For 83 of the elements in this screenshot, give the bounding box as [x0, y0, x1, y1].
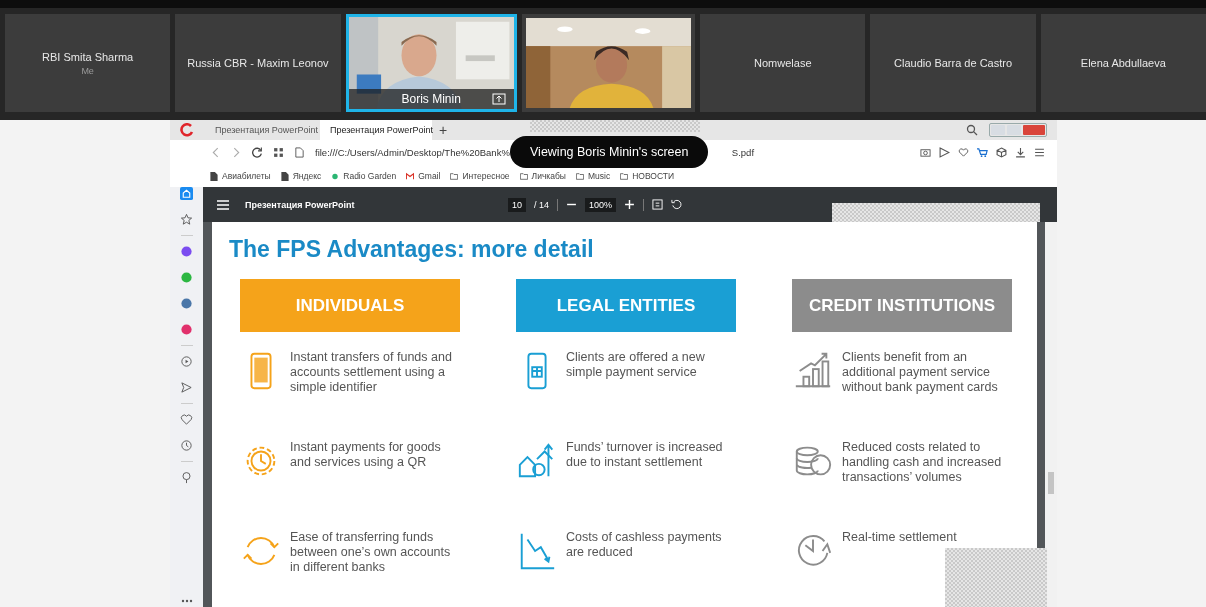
column-heading: CREDIT INSTITUTIONS — [792, 279, 1012, 332]
participant-name: Russia CBR - Maxim Leonov — [187, 57, 329, 69]
heart-icon[interactable] — [958, 147, 969, 158]
bookmark-link[interactable]: Интересное — [462, 171, 510, 181]
benefit-text: Funds’ turnover is increased due to instant settlement — [566, 440, 724, 470]
folder-icon[interactable] — [620, 171, 629, 181]
bookmark-link[interactable]: Яндекс — [292, 171, 322, 181]
home-icon[interactable] — [180, 187, 193, 200]
page-number-field[interactable]: 10 — [508, 197, 526, 212]
bookmark-link[interactable]: Radio Garden — [343, 171, 397, 181]
camera-icon[interactable] — [920, 147, 931, 158]
participant-tile[interactable]: Russia CBR - Maxim Leonov — [175, 14, 341, 112]
browser-logo-icon — [180, 123, 194, 137]
benefit-text: Costs of cashless payments are reduced — [566, 530, 723, 560]
scrollbar[interactable] — [1045, 222, 1057, 607]
page-icon — [294, 147, 305, 158]
page-icon[interactable] — [210, 171, 218, 181]
more-icon[interactable] — [179, 599, 194, 603]
play-icon[interactable] — [180, 355, 193, 368]
folder-icon[interactable] — [575, 171, 584, 181]
share-icon — [491, 93, 506, 105]
bookmark-link[interactable]: Личкабы — [531, 171, 566, 181]
participant-name: Nomwelase — [754, 57, 812, 69]
benefit-text: Reduced costs related to handling cash and increased transactions’ volumes — [842, 440, 1003, 485]
address-text[interactable]: S.pdf — [731, 147, 755, 158]
cart-icon[interactable] — [977, 147, 988, 158]
clock-icon[interactable] — [180, 439, 193, 452]
fit-page-icon[interactable] — [652, 199, 664, 210]
send-icon[interactable] — [180, 381, 193, 394]
search-icon[interactable] — [966, 124, 978, 136]
folder-icon[interactable] — [519, 171, 528, 181]
participant-tile[interactable]: Claudio Barra de Castro — [870, 14, 1036, 112]
column-heading: INDIVIDUALS — [240, 279, 460, 332]
bulb-icon[interactable] — [180, 471, 193, 484]
menu-icon[interactable] — [1034, 147, 1045, 158]
browser-tab[interactable]: Презентация PowerPoint — [320, 120, 432, 140]
messenger-icon[interactable] — [180, 245, 193, 258]
participant-tile[interactable]: Elena Abdullaeva — [1040, 14, 1206, 112]
participant-label: Me — [81, 65, 94, 76]
heart-icon[interactable] — [180, 413, 193, 426]
bookmark-link[interactable]: Music — [587, 171, 611, 181]
window-controls[interactable] — [989, 123, 1047, 137]
vk-icon[interactable] — [180, 297, 193, 310]
bookmark-link[interactable]: НОВОСТИ — [632, 171, 675, 181]
benefit-text: Instant transfers of funds and accounts settlement using a simple identifier — [290, 350, 453, 395]
benefit-text: Clients are offered a new simple payment service — [566, 350, 706, 380]
slide-title: The FPS Advantages: more detail — [229, 236, 595, 263]
participant-name: RBI Smita Sharma — [42, 50, 134, 63]
screen-share-banner: Viewing Boris Minin's screen — [510, 136, 709, 168]
reload-icon[interactable] — [252, 147, 263, 158]
folder-icon[interactable] — [450, 171, 459, 181]
dot-icon[interactable] — [331, 171, 340, 181]
star-icon[interactable] — [180, 213, 193, 226]
browser-tab[interactable]: Презентация PowerPoint — [205, 120, 317, 140]
page-icon[interactable] — [280, 171, 289, 181]
participant-name: Elena Abdullaeva — [1080, 57, 1166, 69]
participant-tile[interactable]: RBI Smita Sharma Me — [5, 14, 171, 112]
participant-name: Claudio Barra de Castro — [894, 57, 1013, 69]
participant-name: Boris Minin — [401, 92, 461, 106]
instagram-icon[interactable] — [180, 323, 193, 336]
bookmark-link[interactable]: Gmail — [418, 171, 441, 181]
whatsapp-icon[interactable] — [180, 271, 193, 284]
participant-tile[interactable]: Boris Minin — [345, 14, 517, 112]
scrollbar-thumb[interactable] — [1048, 472, 1055, 494]
address-text[interactable]: file:///C:/Users/Admin/Desktop/The%20Bank% — [315, 147, 510, 158]
participant-tile[interactable]: Nomwelase — [700, 14, 866, 112]
download-icon[interactable] — [1015, 147, 1026, 158]
zoom-field[interactable]: 100% — [585, 197, 617, 212]
cube-icon[interactable] — [996, 147, 1007, 158]
new-tab-button[interactable]: + — [435, 122, 452, 138]
grid-icon[interactable] — [273, 147, 284, 158]
mail-icon[interactable] — [406, 171, 415, 181]
bookmark-link[interactable]: Авиабилеты — [222, 171, 271, 181]
benefit-text: Real-time settlement — [842, 530, 958, 545]
rotate-icon[interactable] — [671, 199, 683, 210]
page-count: / 14 — [534, 199, 550, 210]
benefit-text: Ease of transferring funds between one’s own accounts in different banks — [290, 530, 452, 575]
benefit-text: Clients benefit from an additional payment service without bank payment cards — [842, 350, 999, 395]
document-title: Презентация PowerPoint — [245, 199, 355, 210]
column-heading: LEGAL ENTITIES — [516, 279, 736, 332]
benefit-text: Instant payments for goods and services using a QR — [290, 440, 442, 470]
zoom-in-icon[interactable] — [624, 199, 636, 210]
send-icon[interactable] — [939, 147, 950, 158]
